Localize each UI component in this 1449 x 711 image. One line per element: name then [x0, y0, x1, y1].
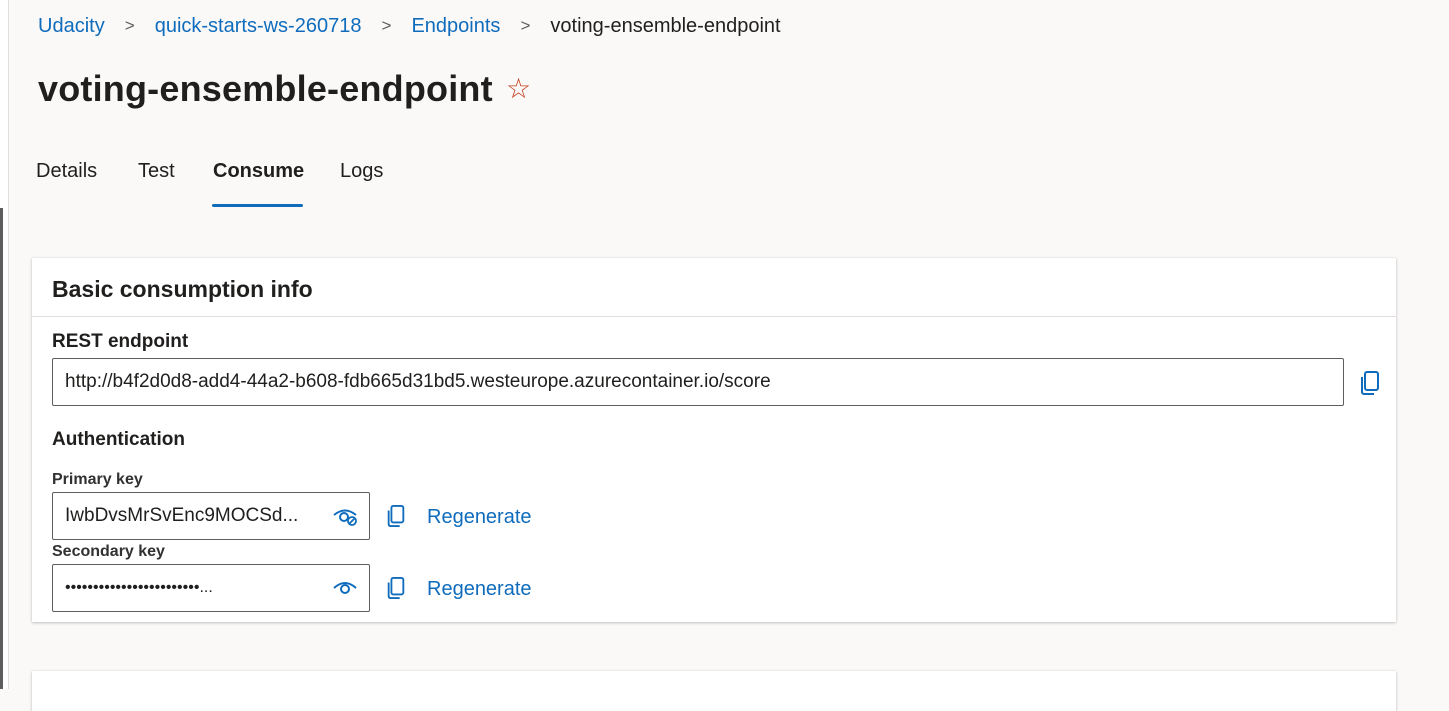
- authentication-label: Authentication: [52, 429, 185, 450]
- primary-key-value: IwbDvsMrSvEnc9MOCSd...: [65, 505, 299, 526]
- next-card: [32, 671, 1396, 711]
- chevron-right-icon: >: [381, 16, 392, 35]
- card-divider: [32, 316, 1396, 317]
- breadcrumb-current: voting-ensemble-endpoint: [550, 14, 781, 37]
- rest-endpoint-field[interactable]: http://b4f2d0d8-add4-44a2-b608-fdb665d31…: [52, 358, 1344, 406]
- tab-test[interactable]: Test: [138, 160, 175, 183]
- tab-logs[interactable]: Logs: [340, 160, 383, 183]
- rail-handle: [0, 208, 3, 689]
- secondary-key-value: ••••••••••••••••••••••••...: [65, 579, 213, 596]
- copy-icon[interactable]: [1358, 370, 1382, 401]
- copy-icon[interactable]: [385, 576, 407, 605]
- tab-consume[interactable]: Consume: [213, 160, 304, 183]
- chevron-right-icon: >: [124, 16, 135, 35]
- secondary-key-label: Secondary key: [52, 543, 165, 560]
- star-outline-icon[interactable]: ☆: [506, 72, 531, 105]
- page-title: voting-ensemble-endpoint: [38, 68, 493, 109]
- eye-hide-icon[interactable]: [332, 506, 358, 531]
- rest-endpoint-label: REST endpoint: [52, 331, 189, 352]
- left-rail: [0, 0, 9, 689]
- breadcrumb: Udacity > quick-starts-ws-260718 > Endpo…: [38, 12, 781, 40]
- card-title: Basic consumption info: [52, 276, 313, 302]
- secondary-key-field[interactable]: ••••••••••••••••••••••••...: [52, 564, 370, 612]
- basic-consumption-card: Basic consumption info REST endpoint htt…: [32, 258, 1396, 622]
- tab-details[interactable]: Details: [36, 160, 97, 183]
- active-tab-indicator: [212, 204, 303, 207]
- copy-icon[interactable]: [385, 504, 407, 533]
- breadcrumb-endpoints[interactable]: Endpoints: [411, 15, 500, 38]
- primary-key-field[interactable]: IwbDvsMrSvEnc9MOCSd...: [52, 492, 370, 540]
- primary-key-label: Primary key: [52, 471, 143, 488]
- regenerate-secondary-button[interactable]: Regenerate: [427, 578, 532, 601]
- eye-icon[interactable]: [332, 578, 358, 603]
- breadcrumb-udacity[interactable]: Udacity: [38, 15, 105, 38]
- breadcrumb-workspace[interactable]: quick-starts-ws-260718: [155, 15, 362, 38]
- regenerate-primary-button[interactable]: Regenerate: [427, 506, 532, 529]
- chevron-right-icon: >: [520, 16, 531, 35]
